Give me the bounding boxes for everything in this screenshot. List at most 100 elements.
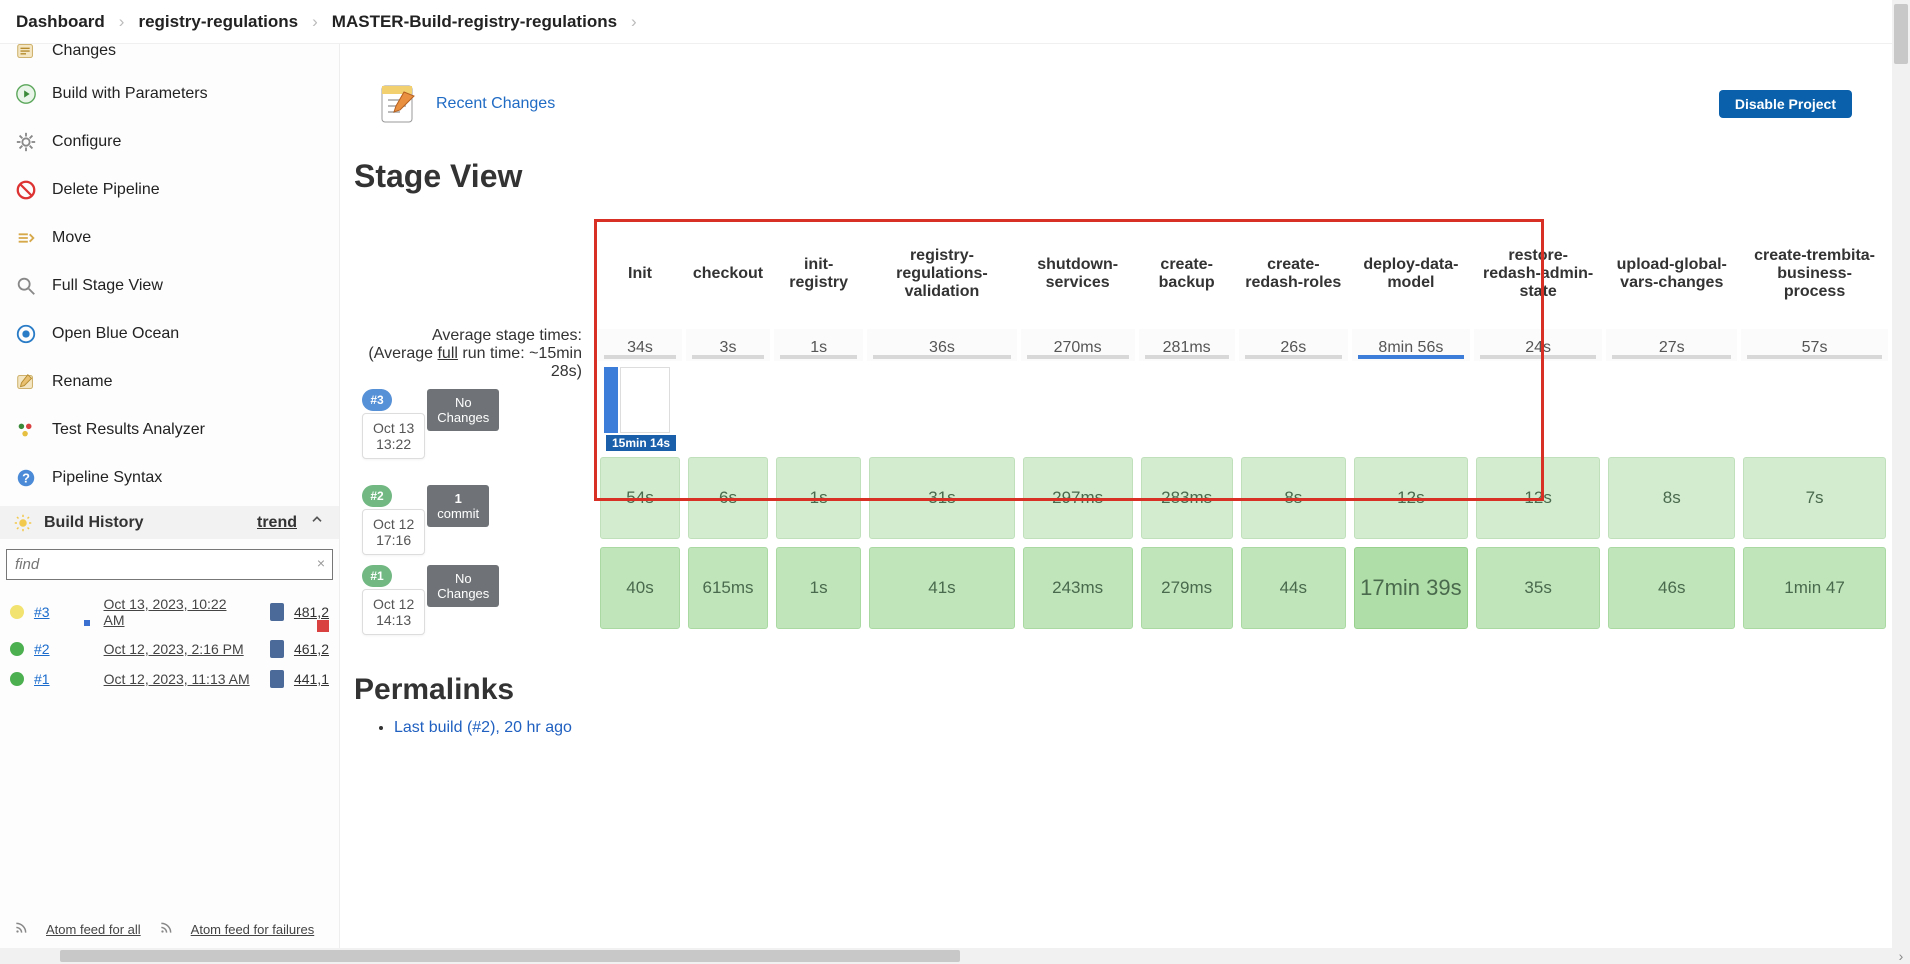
build-history-header: Build History trend <box>0 506 339 539</box>
collapse-icon[interactable] <box>309 512 325 533</box>
stage-cell[interactable]: 8s <box>1606 453 1737 543</box>
stage-cell[interactable]: 279ms <box>1139 543 1235 633</box>
stage-cell[interactable]: 35s <box>1474 543 1603 633</box>
feed-bar: Atom feed for all Atom feed for failures <box>0 911 339 948</box>
stage-cell[interactable]: 297ms <box>1021 453 1135 543</box>
sidebar-item-move[interactable]: Move <box>0 214 339 262</box>
build-row[interactable]: #3 Oct 13, 2023, 10:22 AM 481,2 <box>0 590 339 634</box>
avg-time-cell: 57s <box>1741 329 1888 361</box>
stage-cell[interactable]: 1s <box>774 543 863 633</box>
stage-header: shutdown-services <box>1021 219 1135 329</box>
crumb-folder[interactable]: registry-regulations <box>138 12 298 31</box>
avg-time-cell: 3s <box>686 329 770 361</box>
stage-cell[interactable]: 283ms <box>1139 453 1235 543</box>
run-date: Oct 12 14:13 <box>362 589 425 635</box>
sidebar-label: Configure <box>52 133 121 151</box>
build-number[interactable]: #1 <box>34 671 50 687</box>
stage-cell[interactable]: 17min 39s <box>1352 543 1470 633</box>
stage-cell[interactable]: 243ms <box>1021 543 1135 633</box>
sidebar-item-rename[interactable]: Rename <box>0 358 339 406</box>
build-size[interactable]: 461,2 <box>294 641 329 657</box>
artifact-icon[interactable] <box>270 670 284 688</box>
stage-header: init-registry <box>774 219 863 329</box>
sun-icon <box>14 514 32 532</box>
stage-cell[interactable]: 44s <box>1239 543 1348 633</box>
stage-cell[interactable]: 615ms <box>686 543 770 633</box>
status-orb-running <box>10 605 24 619</box>
clear-icon[interactable]: × <box>317 555 325 571</box>
sidebar-item-testresults[interactable]: Test Results Analyzer <box>0 406 339 454</box>
svg-text:?: ? <box>22 471 30 486</box>
disable-project-button[interactable]: Disable Project <box>1719 90 1852 118</box>
run-card-3[interactable]: #3 Oct 13 13:22 No Changes <box>362 389 594 459</box>
stage-header: restore-redash-admin-state <box>1474 219 1603 329</box>
run-changes: 1 commit <box>427 485 489 527</box>
run-date: Oct 13 13:22 <box>362 413 425 459</box>
stage-cell[interactable]: 54s <box>598 453 682 543</box>
avg-time-cell: 24s <box>1474 329 1603 361</box>
stage-cell[interactable]: 7s <box>1741 453 1888 543</box>
atom-fail-link[interactable]: Atom feed for failures <box>191 922 315 937</box>
stage-cell[interactable]: 8s <box>1239 453 1348 543</box>
build-row[interactable]: #1 Oct 12, 2023, 11:13 AM 441,1 <box>0 664 339 694</box>
avg-time-cell: 1s <box>774 329 863 361</box>
crumb-dashboard[interactable]: Dashboard <box>16 12 105 31</box>
stage-cell[interactable]: 6s <box>686 453 770 543</box>
stage-cell[interactable]: 31s <box>867 453 1016 543</box>
sidebar-item-configure[interactable]: Configure <box>0 118 339 166</box>
crumb-sep: › <box>631 12 637 32</box>
sidebar-label: Full Stage View <box>52 277 163 295</box>
artifact-icon[interactable] <box>270 603 284 621</box>
run-date: Oct 12 17:16 <box>362 509 425 555</box>
horizontal-scrollbar[interactable]: › <box>0 948 1910 964</box>
stage-cell[interactable]: 1s <box>774 453 863 543</box>
trend-link[interactable]: trend <box>257 514 297 532</box>
sidebar-item-fullstage[interactable]: Full Stage View <box>0 262 339 310</box>
recent-changes-link[interactable]: Recent Changes <box>436 95 555 113</box>
build-date[interactable]: Oct 12, 2023, 2:16 PM <box>104 641 244 657</box>
run-card-1[interactable]: #1 Oct 12 14:13 No Changes <box>362 565 594 635</box>
build-number[interactable]: #2 <box>34 641 50 657</box>
test-results-icon <box>14 418 38 442</box>
cancel-build-icon[interactable] <box>317 620 329 632</box>
recent-changes: Recent Changes <box>374 80 1892 128</box>
sidebar-label: Changes <box>52 42 116 60</box>
build-date[interactable]: Oct 12, 2023, 11:13 AM <box>104 671 250 687</box>
sidebar-label: Rename <box>52 373 112 391</box>
stage-header: create-trembita-business-process <box>1741 219 1888 329</box>
build-date[interactable]: Oct 13, 2023, 10:22 AM <box>104 596 251 628</box>
sidebar-item-changes[interactable]: Changes <box>0 42 339 70</box>
vertical-scrollbar[interactable] <box>1892 0 1910 948</box>
find-box: × <box>6 549 333 580</box>
permalinks-list: Last build (#2), 20 hr ago <box>394 719 1892 737</box>
atom-all-link[interactable]: Atom feed for all <box>46 922 141 937</box>
build-row[interactable]: #2 Oct 12, 2023, 2:16 PM 461,2 <box>0 634 339 664</box>
artifact-icon[interactable] <box>270 640 284 658</box>
search-icon <box>14 274 38 298</box>
build-size[interactable]: 481,2 <box>294 604 329 620</box>
scroll-right-arrow[interactable]: › <box>1892 948 1910 964</box>
stage-cell[interactable]: 12s <box>1352 453 1470 543</box>
running-cell[interactable]: 15min 14s <box>598 361 1888 453</box>
avg-time-cell: 281ms <box>1139 329 1235 361</box>
stage-header: upload-global-vars-changes <box>1606 219 1737 329</box>
run-pill: #3 <box>362 389 392 411</box>
delete-icon <box>14 178 38 202</box>
permalink-last-build[interactable]: Last build (#2), 20 hr ago <box>394 719 572 736</box>
build-number[interactable]: #3 <box>34 604 50 620</box>
sidebar-item-build[interactable]: Build with Parameters <box>0 70 339 118</box>
stage-cell[interactable]: 41s <box>867 543 1016 633</box>
run-card-2[interactable]: #2 Oct 12 17:16 1 commit <box>362 485 594 555</box>
stage-cell[interactable]: 46s <box>1606 543 1737 633</box>
stage-cell[interactable]: 1min 47 <box>1741 543 1888 633</box>
build-size[interactable]: 441,1 <box>294 671 329 687</box>
sidebar-item-syntax[interactable]: ? Pipeline Syntax <box>0 454 339 502</box>
stage-cell[interactable]: 12s <box>1474 453 1603 543</box>
crumb-job[interactable]: MASTER-Build-registry-regulations <box>332 12 617 31</box>
sidebar-item-blueocean[interactable]: Open Blue Ocean <box>0 310 339 358</box>
find-input[interactable] <box>6 549 333 580</box>
crumb-sep: › <box>119 12 125 32</box>
stage-cell[interactable]: 40s <box>598 543 682 633</box>
sidebar-item-delete[interactable]: Delete Pipeline <box>0 166 339 214</box>
sidebar-label: Pipeline Syntax <box>52 469 162 487</box>
